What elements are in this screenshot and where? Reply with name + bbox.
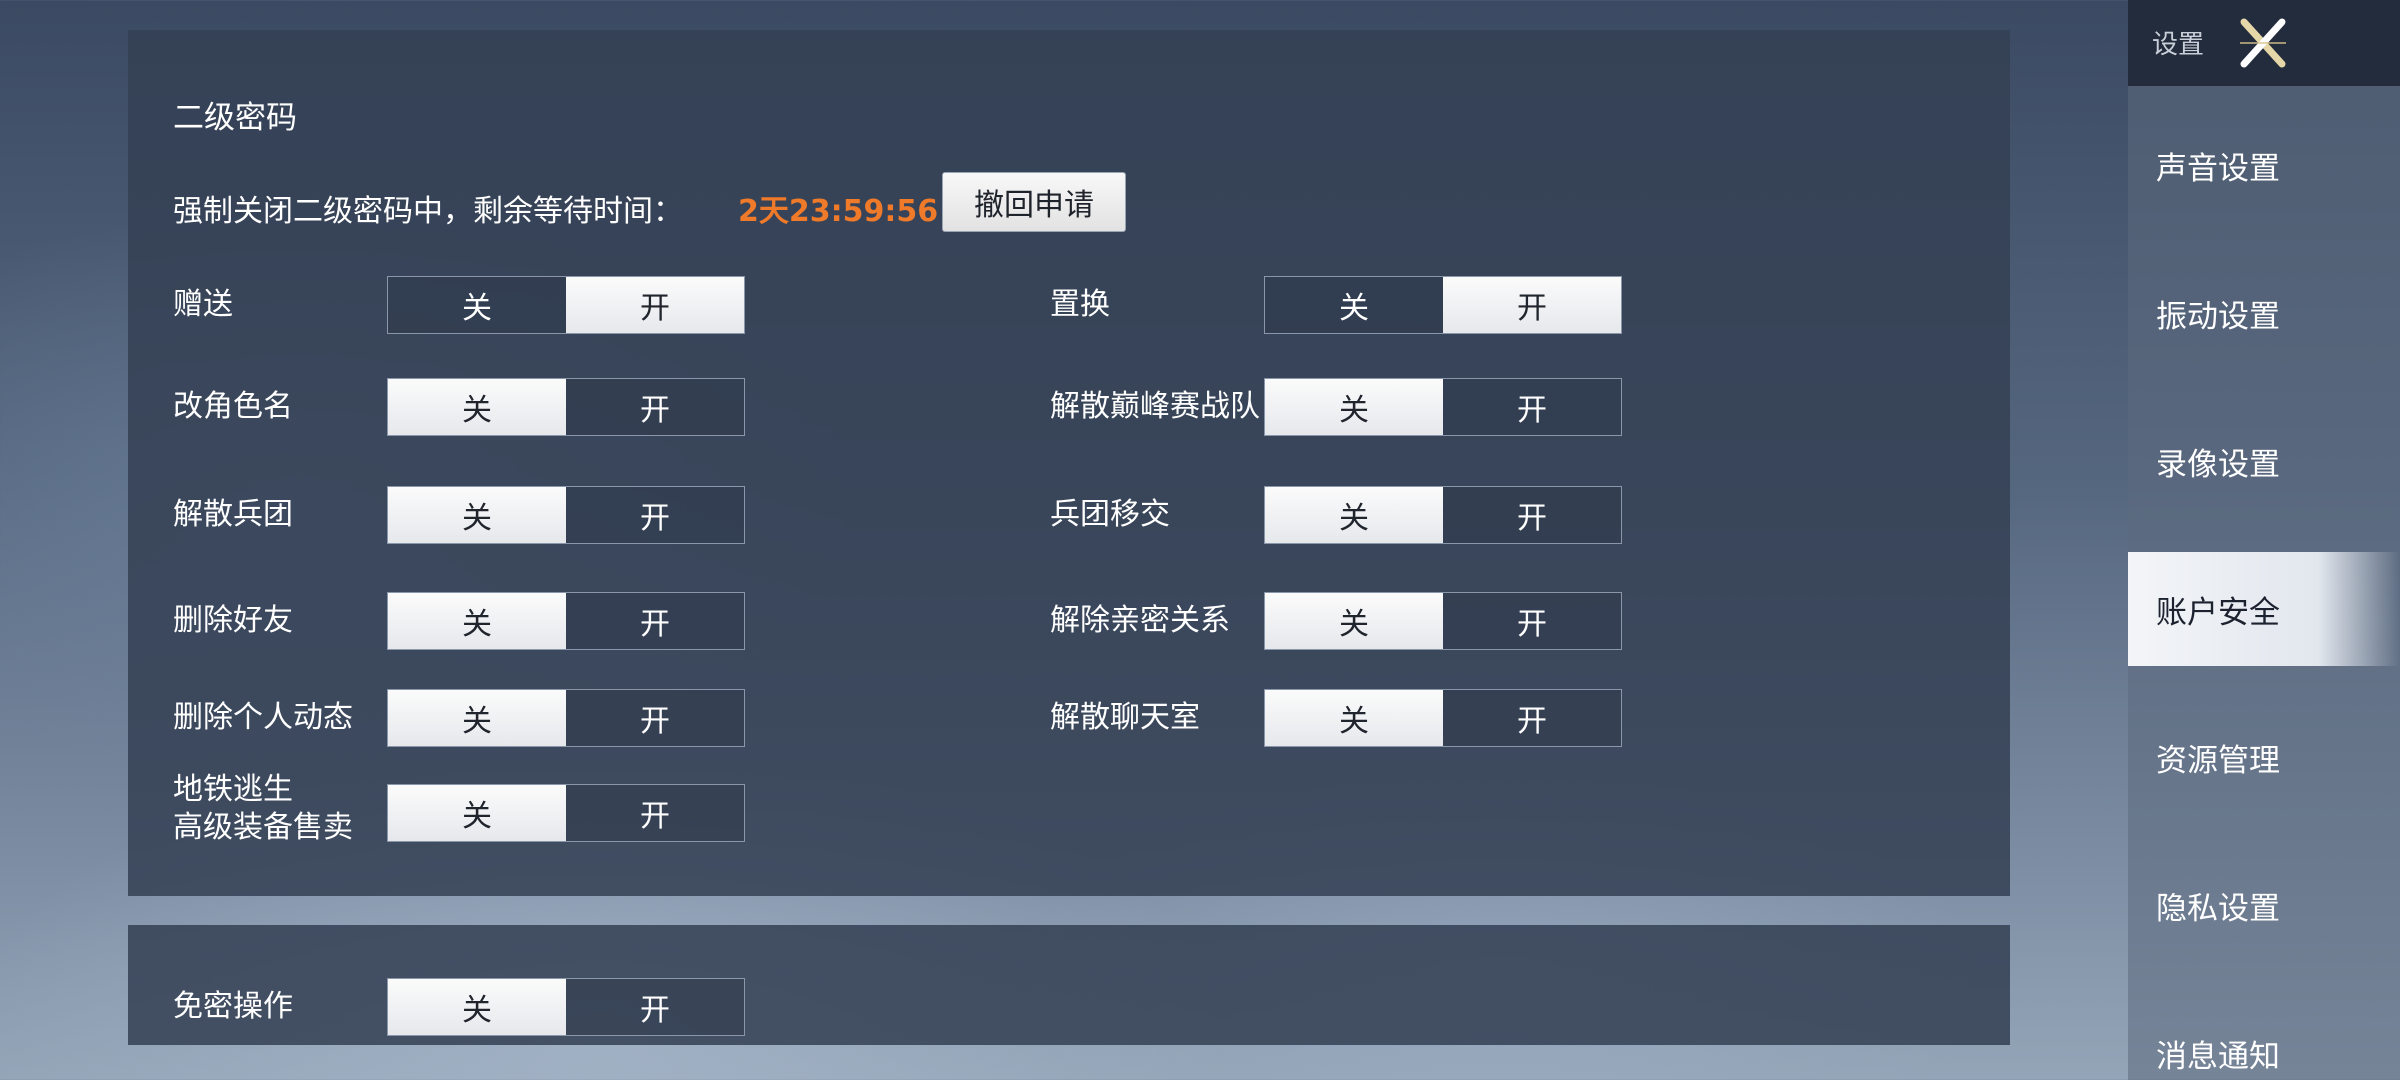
toggle-on-option[interactable]: 开 xyxy=(566,979,744,1035)
toggle-on-option[interactable]: 开 xyxy=(566,379,744,435)
toggle-on-option[interactable]: 开 xyxy=(1443,593,1621,649)
sidebar-item-label: 资源管理 xyxy=(2156,742,2280,779)
toggle-on-option[interactable]: 开 xyxy=(566,785,744,841)
setting-toggle[interactable]: 关开 xyxy=(387,276,745,334)
sidebar-item-sound[interactable]: 声音设置 xyxy=(2128,108,2400,222)
sidebar-item-vibration[interactable]: 振动设置 xyxy=(2128,256,2400,370)
setting-toggle[interactable]: 关开 xyxy=(1264,689,1622,747)
setting-row: 置换 关开 xyxy=(1050,275,1622,335)
sidebar-item-resource-management[interactable]: 资源管理 xyxy=(2128,700,2400,814)
sidebar-item-label: 声音设置 xyxy=(2156,150,2280,187)
toggle-off-option[interactable]: 关 xyxy=(388,487,566,543)
toggle-off-option[interactable]: 关 xyxy=(1265,379,1443,435)
setting-toggle[interactable]: 关开 xyxy=(387,592,745,650)
toggle-off-option[interactable]: 关 xyxy=(1265,593,1443,649)
setting-toggle[interactable]: 关开 xyxy=(387,689,745,747)
toggle-on-option[interactable]: 开 xyxy=(566,593,744,649)
toggle-on-option[interactable]: 开 xyxy=(566,690,744,746)
setting-row: 解除亲密关系关开 xyxy=(1050,591,1622,651)
toggle-off-option[interactable]: 关 xyxy=(388,979,566,1035)
toggle-on-option[interactable]: 开 xyxy=(566,487,744,543)
toggle-off-option[interactable]: 关 xyxy=(388,785,566,841)
toggle-off-option[interactable]: 关 xyxy=(1265,277,1443,333)
setting-label: 地铁逃生 高级装备售卖 xyxy=(173,772,353,845)
setting-toggle[interactable]: 关开 xyxy=(387,378,745,436)
setting-row: 解散巅峰赛战队关开 xyxy=(1050,377,1622,437)
setting-label: 解散巅峰赛战队 xyxy=(1050,389,1260,424)
toggle-off-option[interactable]: 关 xyxy=(1265,487,1443,543)
settings-sidebar: 设置 声音设置振动设置录像设置账户安全资源管理隐私设置消息通知 xyxy=(2128,0,2400,1080)
sidebar-item-label: 消息通知 xyxy=(2156,1038,2280,1075)
setting-row: 地铁逃生 高级装备售卖关开 xyxy=(173,772,745,845)
toggle-off-option[interactable]: 关 xyxy=(388,379,566,435)
sidebar-header: 设置 xyxy=(2128,0,2400,86)
sidebar-title: 设置 xyxy=(2152,30,2205,60)
setting-row-password-free: 免密操作 关 开 xyxy=(173,977,745,1037)
setting-toggle[interactable]: 关开 xyxy=(387,784,745,842)
sidebar-item-label: 振动设置 xyxy=(2156,298,2280,335)
setting-row: 删除个人动态关开 xyxy=(173,688,745,748)
setting-label: 删除个人动态 xyxy=(173,700,353,735)
setting-label: 免密操作 xyxy=(173,989,293,1024)
second-password-panel: 二级密码 强制关闭二级密码中，剩余等待时间： 2天23:59:56 撤回申请 赠… xyxy=(128,30,2010,896)
close-button[interactable] xyxy=(2230,10,2296,76)
setting-row: 改角色名 关开 xyxy=(173,377,745,437)
password-free-panel: 免密操作 关 开 xyxy=(128,925,2010,1045)
setting-toggle[interactable]: 关开 xyxy=(1264,486,1622,544)
setting-toggle[interactable]: 关开 xyxy=(387,486,745,544)
sidebar-item-recording[interactable]: 录像设置 xyxy=(2128,404,2400,518)
sidebar-item-label: 录像设置 xyxy=(2156,446,2280,483)
toggle-on-option[interactable]: 开 xyxy=(1443,487,1621,543)
setting-label: 解散聊天室 xyxy=(1050,700,1200,735)
setting-toggle[interactable]: 关开 xyxy=(1264,378,1622,436)
setting-row: 解散聊天室 关开 xyxy=(1050,688,1622,748)
setting-row: 删除好友 关开 xyxy=(173,591,745,651)
sidebar-item-privacy[interactable]: 隐私设置 xyxy=(2128,848,2400,962)
setting-label: 赠送 xyxy=(173,287,233,322)
toggle-on-option[interactable]: 开 xyxy=(566,277,744,333)
toggle-off-option[interactable]: 关 xyxy=(1265,690,1443,746)
section-title: 二级密码 xyxy=(173,100,297,136)
password-free-toggle[interactable]: 关 开 xyxy=(387,978,745,1036)
toggle-on-option[interactable]: 开 xyxy=(1443,379,1621,435)
setting-row: 赠送 关开 xyxy=(173,275,745,335)
toggle-off-option[interactable]: 关 xyxy=(388,277,566,333)
sidebar-item-label: 账户安全 xyxy=(2156,594,2280,631)
force-close-notice: 强制关闭二级密码中，剩余等待时间： xyxy=(173,194,683,229)
setting-toggle[interactable]: 关开 xyxy=(1264,276,1622,334)
setting-toggle[interactable]: 关开 xyxy=(1264,592,1622,650)
setting-label: 解除亲密关系 xyxy=(1050,603,1230,638)
setting-label: 改角色名 xyxy=(173,389,293,424)
setting-label: 置换 xyxy=(1050,287,1110,322)
withdraw-request-button[interactable]: 撤回申请 xyxy=(942,172,1126,232)
toggle-on-option[interactable]: 开 xyxy=(1443,690,1621,746)
toggle-off-option[interactable]: 关 xyxy=(388,593,566,649)
setting-row: 兵团移交 关开 xyxy=(1050,485,1622,545)
setting-label: 兵团移交 xyxy=(1050,497,1170,532)
setting-label: 解散兵团 xyxy=(173,497,293,532)
sidebar-item-label: 隐私设置 xyxy=(2156,890,2280,927)
close-icon xyxy=(2240,18,2286,68)
sidebar-item-account-security[interactable]: 账户安全 xyxy=(2128,552,2400,666)
sidebar-item-notifications[interactable]: 消息通知 xyxy=(2128,996,2400,1080)
setting-label: 删除好友 xyxy=(173,603,293,638)
toggle-off-option[interactable]: 关 xyxy=(388,690,566,746)
setting-row: 解散兵团 关开 xyxy=(173,485,745,545)
toggle-on-option[interactable]: 开 xyxy=(1443,277,1621,333)
remaining-time: 2天23:59:56 xyxy=(738,194,939,229)
